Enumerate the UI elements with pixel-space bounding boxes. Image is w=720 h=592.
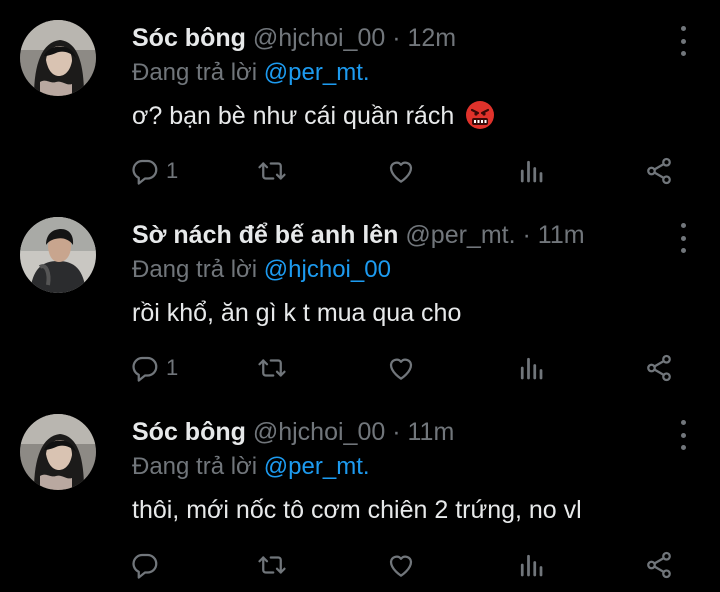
retweet-button[interactable]	[256, 547, 288, 583]
share-button[interactable]	[644, 547, 674, 583]
retweet-icon	[256, 353, 288, 383]
tweet-header: Sóc bông @hjchoi_00 · 12m	[132, 22, 456, 54]
share-icon	[644, 353, 674, 383]
tweet-text: rồi khổ, ăn gì k t mua qua cho	[132, 294, 461, 332]
tweet[interactable]: Sóc bông @hjchoi_00 · 11m Đang trả lời @…	[0, 394, 720, 591]
reply-icon	[130, 156, 160, 186]
tweet-actions	[130, 547, 690, 583]
share-button[interactable]	[644, 153, 674, 189]
analytics-icon	[516, 353, 546, 383]
share-icon	[644, 550, 674, 580]
like-button[interactable]	[386, 547, 416, 583]
timestamp[interactable]: 11m	[408, 418, 455, 446]
tweet-actions: 1	[130, 153, 690, 189]
replying-to-handle[interactable]: @per_mt.	[264, 453, 370, 480]
retweet-button[interactable]	[256, 350, 288, 386]
tweet-header: Sờ nách để bế anh lên @per_mt. · 11m	[132, 219, 585, 251]
replying-to-handle[interactable]: @per_mt.	[264, 59, 370, 86]
tweet-text: thôi, mới nốc tô cơm chiên 2 trứng, no v…	[132, 491, 582, 529]
reply-count: 1	[166, 158, 179, 183]
more-icon[interactable]	[674, 420, 692, 450]
like-button[interactable]	[386, 153, 416, 189]
avatar[interactable]	[20, 20, 96, 96]
display-name[interactable]: Sóc bông	[132, 418, 246, 446]
separator-dot: ·	[522, 221, 531, 249]
like-button[interactable]	[386, 350, 416, 386]
reply-count: 1	[166, 355, 179, 380]
share-icon	[644, 156, 674, 186]
analytics-icon	[516, 550, 546, 580]
tweet-text-content: ơ? bạn bè như cái quần rách	[132, 102, 455, 130]
user-handle[interactable]: @hjchoi_00	[253, 418, 385, 446]
tweet[interactable]: Sờ nách để bế anh lên @per_mt. · 11m Đan…	[0, 197, 720, 394]
reply-button[interactable]: 1	[130, 153, 178, 189]
retweet-button[interactable]	[256, 153, 288, 189]
display-name[interactable]: Sóc bông	[132, 24, 246, 52]
avatar[interactable]	[20, 217, 96, 293]
analytics-button[interactable]	[516, 153, 546, 189]
retweet-icon	[256, 550, 288, 580]
retweet-icon	[256, 156, 288, 186]
reply-button[interactable]	[130, 547, 166, 583]
tweet-text-content: rồi khổ, ăn gì k t mua qua cho	[132, 299, 462, 327]
reply-button[interactable]: 1	[130, 350, 178, 386]
user-handle[interactable]: @hjchoi_00	[253, 24, 385, 52]
replying-to-handle[interactable]: @hjchoi_00	[264, 256, 391, 283]
replying-to-label: Đang trả lời	[132, 256, 258, 283]
face-with-symbols-on-mouth-icon	[466, 101, 495, 129]
tweet-text: ơ? bạn bè như cái quần rách	[132, 97, 495, 135]
tweet-header: Sóc bông @hjchoi_00 · 11m	[132, 416, 454, 448]
reply-icon	[130, 353, 160, 383]
like-icon	[386, 550, 416, 580]
display-name[interactable]: Sờ nách để bế anh lên	[132, 221, 398, 249]
analytics-icon	[516, 156, 546, 186]
separator-dot: ·	[392, 24, 401, 52]
timestamp[interactable]: 11m	[538, 221, 585, 249]
replying-to-label: Đang trả lời	[132, 59, 258, 86]
separator-dot: ·	[392, 418, 401, 446]
avatar[interactable]	[20, 414, 96, 490]
replying-to: Đang trả lời @hjchoi_00	[132, 254, 391, 286]
more-icon[interactable]	[674, 26, 692, 56]
like-icon	[386, 353, 416, 383]
analytics-button[interactable]	[516, 547, 546, 583]
replying-to-label: Đang trả lời	[132, 453, 258, 480]
user-handle[interactable]: @per_mt.	[405, 221, 515, 249]
timestamp[interactable]: 12m	[408, 24, 457, 52]
more-icon[interactable]	[674, 223, 692, 253]
tweet-actions: 1	[130, 350, 690, 386]
replying-to: Đang trả lời @per_mt.	[132, 451, 370, 483]
share-button[interactable]	[644, 350, 674, 386]
tweet[interactable]: Sóc bông @hjchoi_00 · 12m Đang trả lời @…	[0, 0, 720, 197]
replying-to: Đang trả lời @per_mt.	[132, 57, 370, 89]
tweet-text-content: thôi, mới nốc tô cơm chiên 2 trứng, no v…	[132, 496, 582, 524]
analytics-button[interactable]	[516, 350, 546, 386]
like-icon	[386, 156, 416, 186]
reply-icon	[130, 550, 160, 580]
